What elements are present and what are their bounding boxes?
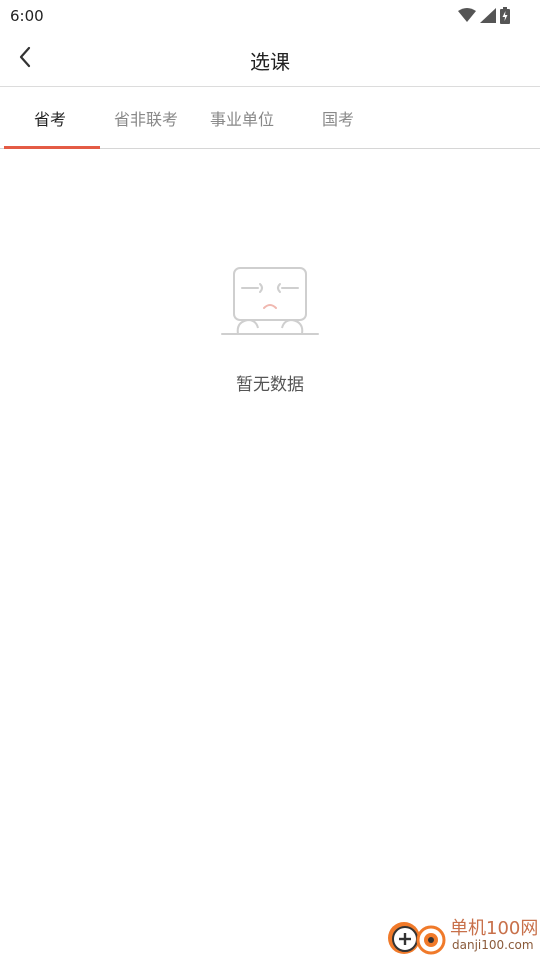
tab-label: 省非联考 [113, 109, 178, 129]
watermark-title: 单机100网 [450, 918, 539, 939]
signal-icon [480, 7, 496, 23]
danji-logo-icon [386, 914, 448, 960]
empty-state: 暂无数据 [0, 262, 540, 395]
watermark-url: danji100.com [452, 938, 534, 952]
app-bar: 选课 [0, 32, 540, 87]
tab-label: 事业单位 [209, 109, 274, 129]
empty-box-icon [220, 262, 320, 342]
tab-bar: 省考 省非联考 事业单位 国考 [0, 87, 540, 149]
tab-label: 省考 [33, 109, 66, 129]
tab-shengfeiliankao[interactable]: 省非联考 [96, 87, 192, 148]
tab-shiyedanwei[interactable]: 事业单位 [192, 87, 288, 148]
empty-state-text: 暂无数据 [236, 375, 304, 395]
watermark: 单机100网 danji100.com [386, 914, 539, 960]
tab-shengkao[interactable]: 省考 [0, 87, 100, 149]
tab-indicator [4, 146, 100, 149]
status-bar: 6:00 [0, 0, 540, 32]
tab-label: 国考 [321, 109, 354, 129]
battery-icon [500, 6, 510, 24]
page: 6:00 选课 省考 省非联考 事业单位 国考 暂无数据 单机100网 danj… [0, 0, 540, 960]
status-time: 6:00 [10, 7, 44, 25]
wifi-icon [458, 8, 476, 22]
tab-guokao[interactable]: 国考 [288, 87, 384, 148]
page-title: 选课 [250, 50, 290, 74]
status-icons [458, 6, 510, 24]
